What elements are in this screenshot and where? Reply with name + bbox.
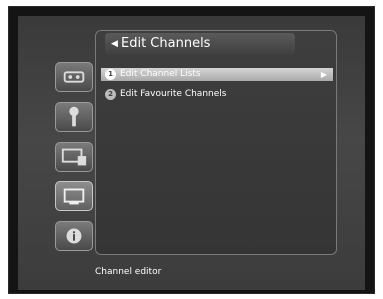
sidebar-item-tv-settings[interactable] <box>55 142 93 172</box>
menu-panel <box>95 30 337 255</box>
chevron-right-icon: ▶ <box>320 70 327 79</box>
back-arrow-icon[interactable]: ◀ <box>111 33 118 55</box>
status-text: Channel editor <box>95 267 162 277</box>
tv-icon <box>63 188 85 205</box>
tv-settings-icon <box>61 148 87 166</box>
menu-item-label: Edit Favourite Channels <box>120 89 227 99</box>
sidebar-item-videotape[interactable] <box>55 62 93 92</box>
menu-item-edit-favourite-channels[interactable]: 2 Edit Favourite Channels <box>101 88 333 101</box>
item-number-badge: 1 <box>105 69 116 80</box>
sidebar-item-info[interactable] <box>55 221 93 251</box>
wrench-icon <box>69 106 79 127</box>
item-number-badge: 2 <box>105 89 116 100</box>
menu-title: Edit Channels <box>121 36 211 51</box>
videotape-icon <box>63 71 85 83</box>
info-icon <box>66 228 82 244</box>
menu-title-bar: ◀ Edit Channels <box>105 33 295 55</box>
sidebar-item-tools[interactable] <box>55 102 93 132</box>
sidebar-item-tv[interactable] <box>55 181 93 211</box>
menu-item-label: Edit Channel Lists <box>120 69 201 79</box>
menu-item-edit-channel-lists[interactable]: 1 Edit Channel Lists ▶ <box>101 68 333 81</box>
